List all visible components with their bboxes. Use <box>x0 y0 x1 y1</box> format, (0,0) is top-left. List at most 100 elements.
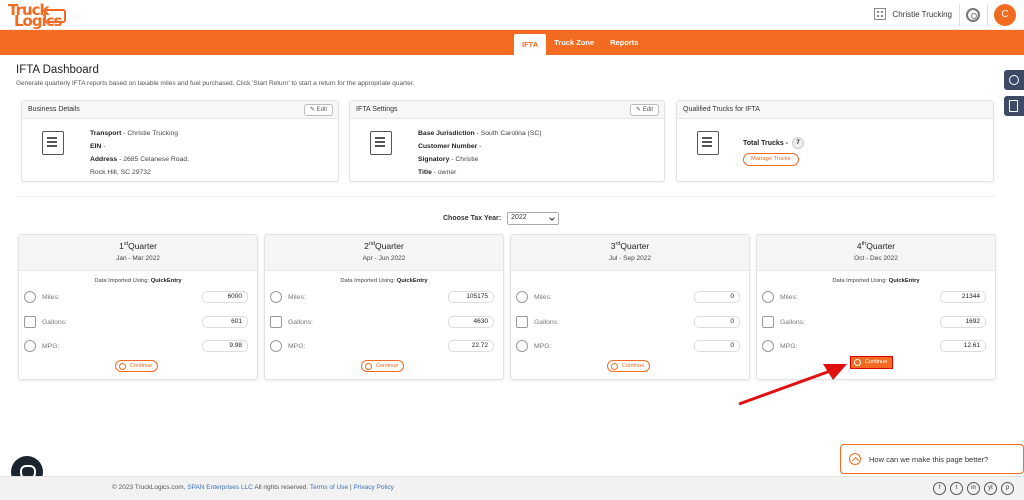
gallons-row: Gallons: 4630 <box>270 316 498 330</box>
manage-trucks-button[interactable]: Manage Trucks <box>743 153 799 166</box>
gallons-value: 601 <box>202 316 248 328</box>
miles-value: 6000 <box>202 291 248 303</box>
tab-truck-zone[interactable]: Truck Zone <box>546 30 602 55</box>
business-details-text: Transport - Christie Trucking EIN - Addr… <box>90 130 189 176</box>
copyright-text: © 2023 TruckLogics.com, SPAN Enterprises… <box>112 484 394 491</box>
card-heading: Qualified Trucks for IFTA <box>683 106 760 113</box>
feedback-text: How can we make this page better? <box>869 455 989 464</box>
mpg-row: MPG: 0 <box>516 340 744 354</box>
mpg-row: MPG: 9.98 <box>24 340 252 354</box>
miles-value: 105175 <box>448 291 494 303</box>
header-divider <box>987 4 988 26</box>
company-name: Christie Trucking <box>892 9 952 19</box>
page-title: IFTA Dashboard <box>16 64 99 76</box>
quarter-title: 3rdQuarter <box>610 241 650 251</box>
page-subtitle: Generate quarterly IFTA reports based on… <box>16 80 415 87</box>
privacy-link[interactable]: Privacy Policy <box>353 484 393 491</box>
quarter-range: Jul - Sep 2022 <box>609 255 651 262</box>
card-heading: Business Details <box>28 106 80 113</box>
continue-button-q3[interactable]: Continue <box>607 360 651 372</box>
play-icon <box>854 358 861 366</box>
quarter-card-4: 4thQuarter Oct - Dec 2022 Data Imported … <box>756 234 996 380</box>
mpg-row: MPG: 22.72 <box>270 340 498 354</box>
gauge-icon <box>762 340 774 352</box>
miles-row: Miles: 21344 <box>762 291 990 305</box>
gallons-value: 1692 <box>940 316 986 328</box>
footer: © 2023 TruckLogics.com, SPAN Enterprises… <box>0 476 1024 500</box>
import-source: Data Imported Using: QuickEntry <box>832 278 920 284</box>
terms-link[interactable]: Terms of Use <box>310 484 348 491</box>
linkedin-icon[interactable]: in <box>967 482 980 495</box>
quarter-card-3: 3rdQuarter Jul - Sep 2022 Miles: 0 Gallon… <box>510 234 750 380</box>
route-icon <box>270 291 282 303</box>
miles-row: Miles: 0 <box>516 291 744 305</box>
divider <box>16 196 996 197</box>
certificate-icon <box>370 131 392 155</box>
ifta-settings-text: Base Jurisdiction - South Carolina (SC) … <box>418 130 542 176</box>
quarter-title: 2ndQuarter <box>364 241 404 251</box>
mpg-value: 22.72 <box>448 340 494 352</box>
truck-count-badge: 7 <box>792 137 804 149</box>
quarter-range: Apr - Jun 2022 <box>362 255 406 262</box>
tax-year-select[interactable]: 2022 <box>507 212 560 225</box>
route-icon <box>24 291 36 303</box>
gallons-row: Gallons: 0 <box>516 316 744 330</box>
fuel-icon <box>24 316 36 328</box>
edit-settings-button[interactable]: ✎ Edit <box>629 104 659 116</box>
tab-ifta[interactable]: IFTA <box>514 34 547 55</box>
facebook-icon[interactable]: f <box>933 482 946 495</box>
qualified-trucks-card: Qualified Trucks for IFTA Total Trucks -… <box>676 100 994 182</box>
trucklogics-logo[interactable]: Truck Logics <box>8 1 66 30</box>
gallons-row: Gallons: 601 <box>24 316 252 330</box>
quarter-range: Jan - Mar 2022 <box>116 255 160 262</box>
tax-year-label: Choose Tax Year: <box>443 215 502 222</box>
truck-icon <box>44 9 66 23</box>
fuel-icon <box>516 316 528 328</box>
social-links: f t in yt p <box>933 482 1014 495</box>
tax-year-picker: Choose Tax Year: 2022 <box>443 212 560 225</box>
total-trucks: Total Trucks - 7 <box>743 137 804 149</box>
route-icon <box>762 291 774 303</box>
twitter-icon[interactable]: t <box>950 482 963 495</box>
side-report-button[interactable] <box>1004 96 1024 116</box>
user-avatar[interactable]: C <box>994 4 1016 26</box>
gauge-icon <box>24 340 36 352</box>
briefcase-icon <box>42 131 64 155</box>
arrow-shaft <box>738 368 834 406</box>
truck-document-icon <box>697 131 719 155</box>
youtube-icon[interactable]: yt <box>984 482 997 495</box>
quarter-title: 1stQuarter <box>119 241 157 251</box>
settings-gear-icon[interactable] <box>966 8 980 22</box>
continue-button-q1[interactable]: Continue <box>115 360 159 372</box>
quarter-card-2: 2ndQuarter Apr - Jun 2022 Data Imported … <box>264 234 504 380</box>
import-source: Data Imported Using: QuickEntry <box>94 278 182 284</box>
annotation-arrow <box>738 364 847 406</box>
miles-value: 21344 <box>940 291 986 303</box>
mpg-value: 9.98 <box>202 340 248 352</box>
main-nav: IFTA Truck Zone Reports <box>0 30 1024 55</box>
edit-business-button[interactable]: ✎ Edit <box>303 104 333 116</box>
gear-icon <box>1009 75 1019 85</box>
import-source: Data Imported Using: QuickEntry <box>340 278 428 284</box>
span-link[interactable]: SPAN Enterprises LLC <box>187 484 253 491</box>
company-selector[interactable]: Christie Trucking <box>874 8 952 20</box>
mpg-value: 12.61 <box>940 340 986 352</box>
continue-button-q4[interactable]: Continue <box>850 356 894 369</box>
gallons-value: 4630 <box>448 316 494 328</box>
mpg-row: MPG: 12.61 <box>762 340 990 354</box>
business-details-card: Business Details ✎ Edit Transport - Chri… <box>21 100 339 182</box>
mpg-value: 0 <box>694 340 740 352</box>
play-icon <box>365 362 372 370</box>
continue-button-q2[interactable]: Continue <box>361 360 405 372</box>
pinterest-icon[interactable]: p <box>1001 482 1014 495</box>
gauge-icon <box>270 340 282 352</box>
chevron-up-icon <box>849 453 861 465</box>
feedback-widget[interactable]: How can we make this page better? <box>840 444 1024 474</box>
card-heading: IFTA Settings <box>356 106 398 113</box>
tab-reports[interactable]: Reports <box>602 30 646 55</box>
quarter-card-1: 1stQuarter Jan - Mar 2022 Data Imported … <box>18 234 258 380</box>
fuel-icon <box>270 316 282 328</box>
ifta-settings-card: IFTA Settings ✎ Edit Base Jurisdiction -… <box>349 100 665 182</box>
quarter-title: 4thQuarter <box>856 241 896 251</box>
side-settings-button[interactable] <box>1004 70 1024 90</box>
